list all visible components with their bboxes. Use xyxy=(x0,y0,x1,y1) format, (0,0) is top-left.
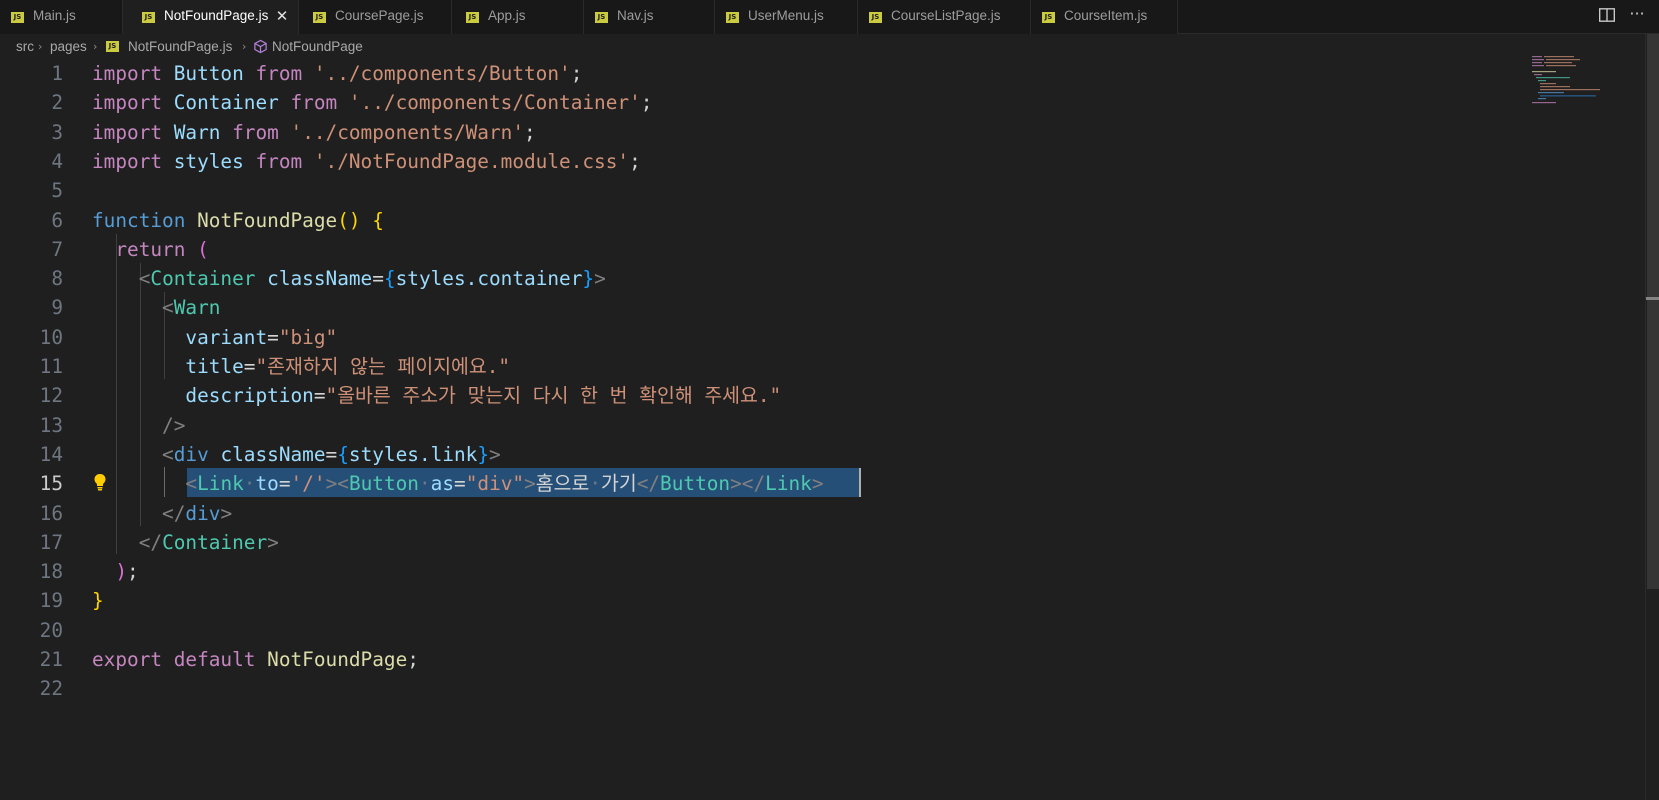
line-number: 5 xyxy=(51,179,63,203)
tab-nav-js[interactable]: JS Nav.js xyxy=(584,0,715,34)
line-number: 1 xyxy=(51,62,63,85)
js-file-icon: JS xyxy=(142,12,155,23)
code-line-12: description="올바른 주소가 맞는지 다시 한 번 확인해 주세요.… xyxy=(185,384,782,408)
code-line-3: import Warn from '../components/Warn'; xyxy=(92,120,536,144)
code-line-18: ); xyxy=(115,560,139,584)
scrollbar-thumb[interactable] xyxy=(1647,34,1659,589)
code-line-19: } xyxy=(92,589,104,613)
tab-label: CoursePage.js xyxy=(335,8,424,23)
breadcrumb-separator: › xyxy=(38,40,43,53)
tab-courselistpage-js[interactable]: JS CourseListPage.js xyxy=(858,0,1031,34)
code-line-1: import Button from '../components/Button… xyxy=(92,62,583,85)
code-line-15: <Link·to='/'><Button·as="div">홈으로·가기</Bu… xyxy=(185,472,824,496)
minimap[interactable] xyxy=(1530,54,1630,104)
breadcrumb-separator: › xyxy=(242,40,247,53)
line-number: 17 xyxy=(39,530,63,554)
vertical-scrollbar[interactable] xyxy=(1645,34,1659,800)
code-line-9: <Warn xyxy=(162,296,221,320)
tab-usermenu-js[interactable]: JS UserMenu.js xyxy=(715,0,858,34)
breadcrumb-item-src[interactable]: src xyxy=(16,39,34,54)
scrollbar-cursor-marker xyxy=(1646,297,1659,300)
tab-coursepage-js[interactable]: JS CoursePage.js xyxy=(299,0,452,34)
breadcrumb-item-pages[interactable]: pages xyxy=(50,39,87,54)
js-file-icon: JS xyxy=(1042,12,1055,23)
tab-label: Main.js xyxy=(33,8,76,23)
line-number: 22 xyxy=(39,677,63,701)
line-number: 14 xyxy=(39,442,63,466)
close-tab-icon[interactable]: ✕ xyxy=(273,6,291,26)
line-number: 12 xyxy=(39,384,63,408)
js-file-icon: JS xyxy=(869,12,882,23)
component-symbol-icon xyxy=(254,39,267,54)
line-number: 16 xyxy=(39,501,63,525)
tab-label: CourseItem.js xyxy=(1064,8,1148,23)
line-number: 18 xyxy=(39,560,63,584)
line-number: 9 xyxy=(51,296,63,320)
tab-courseitem-js[interactable]: JS CourseItem.js xyxy=(1031,0,1178,34)
tab-label: Nav.js xyxy=(617,8,654,23)
line-number: 13 xyxy=(39,413,63,437)
code-line-8: <Container className={styles.container}> xyxy=(138,267,606,291)
line-number: 8 xyxy=(51,267,63,291)
tab-notfoundpage-js[interactable]: JS NotFoundPage.js ✕ xyxy=(123,0,299,35)
line-number: 6 xyxy=(51,208,63,232)
js-file-icon: JS xyxy=(313,12,326,23)
text-cursor xyxy=(859,468,861,497)
line-number-current: 15 xyxy=(39,472,63,496)
breadcrumb-separator: › xyxy=(93,40,98,53)
line-number: 3 xyxy=(51,120,63,144)
tab-app-js[interactable]: JS App.js xyxy=(452,0,584,34)
code-line-10: variant="big" xyxy=(185,325,338,349)
js-file-icon: JS xyxy=(11,12,24,23)
more-actions-icon[interactable]: ··· xyxy=(1626,2,1648,26)
line-number: 7 xyxy=(51,237,63,261)
line-number: 11 xyxy=(39,355,63,378)
tab-label: App.js xyxy=(488,8,526,23)
tab-label: CourseListPage.js xyxy=(891,8,1001,23)
js-file-icon: JS xyxy=(595,12,608,23)
code-line-11: title="존재하지 않는 페이지에요." xyxy=(185,355,511,378)
code-editor[interactable]: 1 2 3 4 5 6 7 8 9 10 11 12 13 14 15 16 1… xyxy=(0,59,1645,800)
breadcrumb-item-file[interactable]: NotFoundPage.js xyxy=(128,39,232,54)
editor-tab-bar: JS Main.js JS NotFoundPage.js ✕ JS Cours… xyxy=(0,0,1659,35)
code-line-14: <div className={styles.link}> xyxy=(162,442,501,466)
breadcrumb-item-symbol[interactable]: NotFoundPage xyxy=(272,39,363,54)
code-line-4: import styles from './NotFoundPage.modul… xyxy=(92,149,641,173)
line-number: 19 xyxy=(39,589,63,613)
js-file-icon: JS xyxy=(106,41,119,52)
code-line-6: function NotFoundPage() { xyxy=(92,208,384,232)
js-file-icon: JS xyxy=(726,12,739,23)
tab-label: UserMenu.js xyxy=(748,8,824,23)
line-number: 21 xyxy=(39,648,63,671)
line-number: 2 xyxy=(51,91,63,115)
line-number: 4 xyxy=(51,149,63,173)
line-number: 20 xyxy=(39,618,63,642)
code-line-2: import Container from '../components/Con… xyxy=(92,91,653,115)
code-line-21: export default NotFoundPage; xyxy=(92,648,419,671)
js-file-icon: JS xyxy=(466,12,479,23)
tab-main-js[interactable]: JS Main.js xyxy=(0,0,123,34)
split-editor-icon[interactable] xyxy=(1598,6,1616,24)
breadcrumb: src › pages › JS NotFoundPage.js › NotFo… xyxy=(0,35,1659,59)
line-number: 10 xyxy=(39,325,63,349)
code-line-17: </Container> xyxy=(138,530,279,554)
code-line-16: </div> xyxy=(162,501,233,525)
code-line-7: return ( xyxy=(115,237,209,261)
tab-label: NotFoundPage.js xyxy=(164,8,269,23)
code-line-13: /> xyxy=(162,413,186,437)
